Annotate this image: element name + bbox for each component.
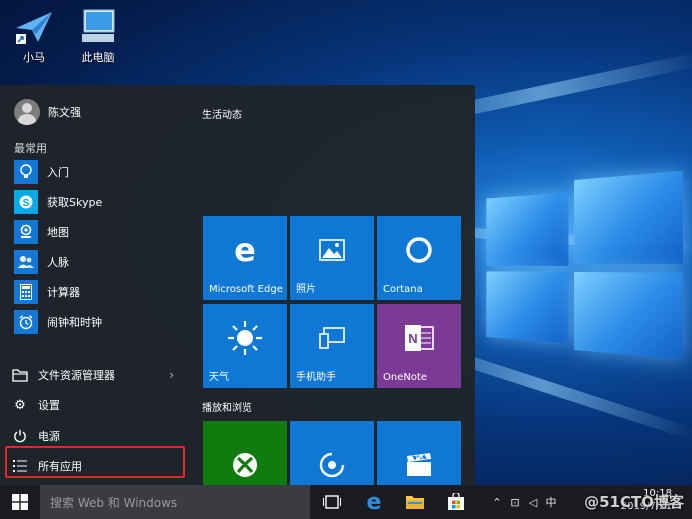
most-used-label: 最常用: [14, 142, 47, 155]
tile-label: Cortana: [383, 284, 423, 295]
ime-icon[interactable]: 中: [544, 494, 558, 510]
movies-tv-icon: [377, 445, 461, 485]
app-label: 计算器: [47, 286, 80, 299]
tile-label: Microsoft Edge: [209, 284, 283, 295]
desktop-icon-xiaoma[interactable]: 小马: [4, 8, 64, 65]
app-label: 地图: [47, 226, 69, 239]
tile-group-label: 播放和浏览: [202, 403, 252, 414]
phone-companion-icon: [290, 318, 374, 358]
svg-text:e: e: [367, 492, 382, 512]
tile-weather[interactable]: 天气: [203, 304, 287, 388]
taskbar-store-button[interactable]: [436, 485, 476, 519]
tile-movies-tv[interactable]: [377, 421, 461, 485]
app-item-skype[interactable]: S 获取Skype: [14, 189, 184, 215]
taskbar-file-explorer-button[interactable]: [395, 485, 435, 519]
xbox-icon: [203, 445, 287, 485]
volume-icon[interactable]: ◁: [526, 496, 540, 509]
tile-xbox[interactable]: [203, 421, 287, 485]
svg-text:e: e: [234, 235, 256, 265]
edge-icon: e: [367, 492, 382, 512]
app-label: 获取Skype: [47, 196, 103, 209]
app-label: 人脉: [47, 256, 69, 269]
start-menu: 陈文强 最常用 入门 S 获取Skype 地图 人脉 计算器 闹钟和时钟 文件资…: [0, 85, 475, 485]
app-label: 入门: [47, 166, 69, 179]
settings-item[interactable]: ⚙ 设置: [12, 393, 180, 417]
tile-label: 天气: [209, 372, 229, 383]
chevron-up-icon[interactable]: ⌃: [490, 496, 504, 509]
people-icon: [14, 250, 38, 274]
desktop-icon-label: 小马: [23, 51, 45, 64]
taskbar: 搜索 Web 和 Windows e ⌃ ⊡ ◁ 中 10:18 2019/7/…: [0, 485, 692, 519]
tile-group-label: 生活动态: [202, 110, 242, 121]
tile-label: 手机助手: [296, 372, 336, 383]
task-view-button[interactable]: [312, 485, 352, 519]
start-button[interactable]: [0, 485, 40, 519]
app-item-calculator[interactable]: 计算器: [14, 279, 184, 305]
app-item-alarms-clock[interactable]: 闹钟和时钟: [14, 309, 184, 335]
user-account[interactable]: 陈文强: [14, 99, 81, 125]
windows-icon: [12, 494, 28, 510]
power-item[interactable]: 电源: [12, 424, 180, 448]
tile-photos[interactable]: 照片: [290, 216, 374, 300]
search-box[interactable]: 搜索 Web 和 Windows: [40, 485, 310, 519]
folder-icon: [12, 367, 28, 383]
network-icon[interactable]: ⊡: [508, 496, 522, 509]
tile-onenote[interactable]: N OneNote: [377, 304, 461, 388]
user-avatar-icon: [14, 99, 40, 125]
tile-cortana[interactable]: Cortana: [377, 216, 461, 300]
calculator-icon: [14, 280, 38, 304]
app-item-get-started[interactable]: 入门: [14, 159, 184, 185]
tile-groove-music[interactable]: [290, 421, 374, 485]
file-explorer-item[interactable]: 文件资源管理器 ›: [12, 363, 180, 387]
taskbar-edge-button[interactable]: e: [354, 485, 394, 519]
computer-icon: [78, 8, 118, 46]
chevron-right-icon[interactable]: ›: [169, 368, 174, 382]
paper-plane-icon: [14, 8, 54, 46]
tile-phone-companion[interactable]: 手机助手: [290, 304, 374, 388]
tile-label: OneNote: [383, 372, 428, 383]
start-menu-left-column: 陈文强 最常用 入门 S 获取Skype 地图 人脉 计算器 闹钟和时钟 文件资…: [0, 85, 190, 485]
power-icon: [12, 428, 28, 444]
gear-icon: ⚙: [14, 397, 26, 413]
search-placeholder: 搜索 Web 和 Windows: [50, 495, 178, 510]
edge-icon: e: [203, 230, 287, 270]
task-view-icon: [323, 495, 341, 509]
app-item-maps[interactable]: 地图: [14, 219, 184, 245]
watermark: @51CTO博客: [584, 493, 684, 511]
folder-icon: [406, 496, 424, 509]
app-item-people[interactable]: 人脉: [14, 249, 184, 275]
svg-text:N: N: [408, 331, 417, 346]
lightbulb-icon: [14, 160, 38, 184]
tile-label: 照片: [296, 284, 316, 295]
photos-icon: [290, 230, 374, 270]
skype-icon: S: [14, 190, 38, 214]
svg-text:S: S: [23, 198, 30, 209]
app-label: 闹钟和时钟: [47, 316, 102, 329]
app-label: 文件资源管理器: [38, 369, 115, 382]
groove-music-icon: [290, 445, 374, 485]
highlight-annotation-box: [5, 446, 185, 478]
store-icon: [448, 493, 464, 510]
alarm-icon: [14, 310, 38, 334]
tile-microsoft-edge[interactable]: e Microsoft Edge: [203, 216, 287, 300]
map-icon: [14, 220, 38, 244]
cortana-icon: [377, 230, 461, 270]
user-name: 陈文强: [48, 106, 81, 119]
desktop-icon-this-pc[interactable]: 此电脑: [68, 8, 128, 65]
weather-sun-icon: [203, 318, 287, 358]
windows-logo-light: [486, 170, 683, 360]
app-label: 电源: [38, 430, 60, 443]
app-label: 设置: [38, 399, 60, 412]
onenote-icon: N: [377, 318, 461, 358]
desktop-icon-label: 此电脑: [81, 51, 115, 64]
system-tray: ⌃ ⊡ ◁ 中: [490, 485, 562, 519]
